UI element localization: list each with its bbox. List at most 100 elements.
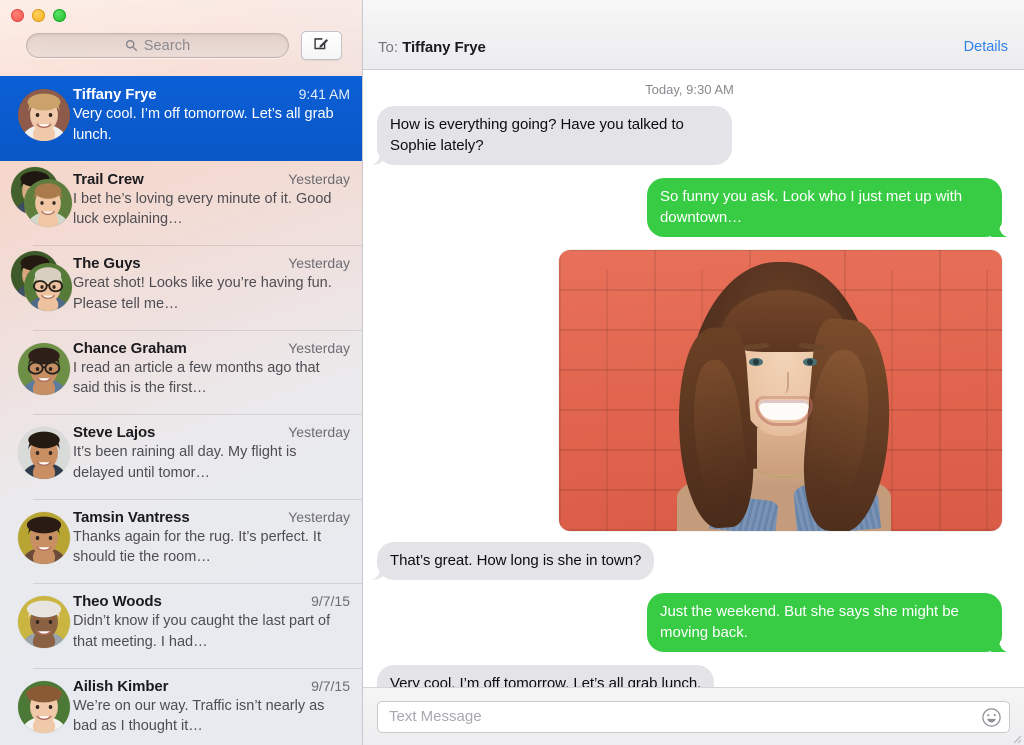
message-time: Yesterday — [288, 508, 350, 525]
conversation-header: Steve Lajos Yesterday — [73, 424, 350, 441]
message-bubble[interactable]: How is everything going? Have you talked… — [370, 106, 732, 165]
conversation-summary: Tamsin Vantress Yesterday Thanks again f… — [73, 508, 350, 568]
conversation-header: Trail Crew Yesterday — [73, 171, 350, 188]
message-preview: I bet he’s loving every minute of it. Go… — [73, 190, 332, 228]
contact-name: Theo Woods — [73, 593, 162, 610]
conversation-pane: To: Tiffany Frye Details Today, 9:30 AM … — [363, 0, 1024, 745]
conversation-row[interactable]: Trail Crew Yesterday I bet he’s loving e… — [0, 161, 362, 246]
contact-name: Trail Crew — [73, 170, 144, 188]
avatar — [18, 511, 70, 564]
conversation-header: The Guys Yesterday — [73, 255, 350, 272]
conversation-list[interactable]: Tiffany Frye 9:41 AM Very cool. I’m off … — [0, 76, 362, 745]
row-separator — [33, 245, 362, 246]
details-button[interactable]: Details — [964, 39, 1008, 55]
avatar-column — [15, 423, 73, 485]
smiley-icon[interactable] — [981, 707, 1002, 728]
compose-bar: Text Message — [363, 687, 1024, 745]
message-placeholder: Text Message — [389, 708, 482, 725]
row-separator — [33, 498, 362, 500]
message-thread: Today, 9:30 AM How is everything going? … — [363, 70, 1024, 687]
avatar-column — [15, 508, 73, 570]
message-time: 9/7/15 — [311, 677, 350, 694]
contact-name: Steve Lajos — [73, 424, 156, 441]
conversation-row[interactable]: The Guys Yesterday Great shot! Looks lik… — [0, 245, 362, 330]
message-bubble[interactable]: That’s great. How long is she in town? — [369, 542, 655, 580]
compose-icon — [313, 35, 330, 57]
conversation-header: Tiffany Frye 9:41 AM — [73, 86, 350, 103]
contact-name: Tiffany Frye — [73, 86, 157, 103]
conversation-row[interactable]: Tiffany Frye 9:41 AM Very cool. I’m off … — [0, 76, 362, 161]
conversation-row[interactable]: Chance Graham Yesterday I read an articl… — [0, 329, 362, 415]
message-in: How is everything going? Have you talked… — [370, 106, 1002, 165]
conversations-sidebar: Search Tiffany Frye 9:41 AM Very cool. I… — [0, 0, 363, 745]
message-in: That’s great. How long is she in town? — [369, 542, 1002, 580]
zoom-button[interactable] — [53, 9, 66, 22]
recipient-name: Tiffany Frye — [402, 39, 486, 56]
conversation-summary: The Guys Yesterday Great shot! Looks lik… — [73, 254, 350, 314]
conversation-summary: Theo Woods 9/7/15 Didn’t know if you cau… — [73, 592, 350, 652]
conversation-summary: Steve Lajos Yesterday It’s been raining … — [73, 423, 350, 483]
window-controls — [11, 9, 66, 22]
message-in: Very cool. I’m off tomorrow. Let’s all g… — [377, 665, 1002, 687]
contact-name: The Guys — [73, 255, 141, 272]
message-time: Yesterday — [288, 339, 350, 356]
avatar-column — [15, 85, 73, 147]
message-input[interactable]: Text Message — [377, 700, 1010, 733]
row-separator — [33, 667, 362, 669]
conversation-summary: Trail Crew Yesterday I bet he’s loving e… — [73, 170, 350, 230]
conversation-header: Theo Woods 9/7/15 — [73, 593, 350, 610]
row-separator — [33, 583, 362, 584]
conversation-row[interactable]: Theo Woods 9/7/15 Didn’t know if you cau… — [0, 583, 362, 668]
conversation-header: Chance Graham Yesterday — [73, 340, 350, 357]
contact-name: Chance Graham — [73, 339, 187, 357]
sidebar-toolbar: Search — [0, 0, 362, 76]
conversation-row[interactable]: Tamsin Vantress Yesterday Thanks again f… — [0, 498, 362, 584]
message-bubble[interactable]: Very cool. I’m off tomorrow. Let’s all g… — [377, 665, 715, 687]
avatar-column — [15, 592, 73, 654]
message-preview: I read an article a few months ago that … — [73, 359, 320, 397]
row-separator — [33, 329, 362, 331]
message-preview: We’re on our way. Traffic isn’t nearly a… — [73, 697, 325, 735]
message-bubble[interactable]: So funny you ask. Look who I just met up… — [647, 178, 1009, 237]
avatar — [18, 89, 70, 141]
search-icon — [125, 39, 138, 52]
conversation-row[interactable]: Steve Lajos Yesterday It’s been raining … — [0, 414, 362, 499]
avatar — [24, 263, 72, 311]
avatar — [18, 596, 70, 648]
resize-grip[interactable] — [1010, 731, 1022, 744]
conversation-toolbar: To: Tiffany Frye Details — [363, 0, 1024, 70]
contact-name: Tamsin Vantress — [73, 508, 190, 526]
message-list: How is everything going? Have you talked… — [369, 106, 1009, 687]
avatar-column — [11, 166, 73, 232]
avatar — [18, 342, 70, 395]
avatar-column — [15, 339, 73, 401]
message-out — [377, 250, 1002, 531]
avatar-column — [11, 251, 73, 316]
to-label: To: — [378, 39, 399, 56]
conversation-summary: Ailish Kimber 9/7/15 We’re on our way. T… — [73, 677, 350, 737]
message-preview: Great shot! Looks like you’re having fun… — [73, 275, 332, 312]
row-separator — [33, 414, 362, 415]
compose-button[interactable] — [301, 31, 342, 60]
message-time: Yesterday — [288, 255, 350, 271]
message-bubble[interactable]: Just the weekend. But she says she might… — [647, 593, 1009, 652]
close-button[interactable] — [11, 9, 24, 22]
avatar-column — [15, 677, 73, 739]
message-preview: Thanks again for the rug. It’s perfect. … — [73, 528, 321, 566]
message-time: 9/7/15 — [311, 593, 350, 609]
message-preview: Very cool. I’m off tomorrow. Let’s all g… — [73, 106, 334, 143]
minimize-button[interactable] — [32, 9, 45, 22]
message-out: So funny you ask. Look who I just met up… — [377, 178, 1009, 237]
photo-attachment[interactable] — [559, 250, 1002, 531]
message-time: Yesterday — [288, 170, 350, 187]
message-preview: It’s been raining all day. My flight is … — [73, 444, 297, 481]
conversation-header: Tamsin Vantress Yesterday — [73, 509, 350, 526]
message-time: 9:41 AM — [298, 86, 350, 102]
conversation-summary: Tiffany Frye 9:41 AM Very cool. I’m off … — [73, 85, 350, 145]
photo-subject — [559, 250, 1002, 531]
recipient-line: To: Tiffany Frye — [378, 39, 486, 56]
search-input[interactable]: Search — [26, 33, 289, 58]
search-field-wrapper: Search — [26, 33, 289, 58]
conversation-row[interactable]: Ailish Kimber 9/7/15 We’re on our way. T… — [0, 667, 362, 745]
conversation-header: Ailish Kimber 9/7/15 — [73, 678, 350, 695]
